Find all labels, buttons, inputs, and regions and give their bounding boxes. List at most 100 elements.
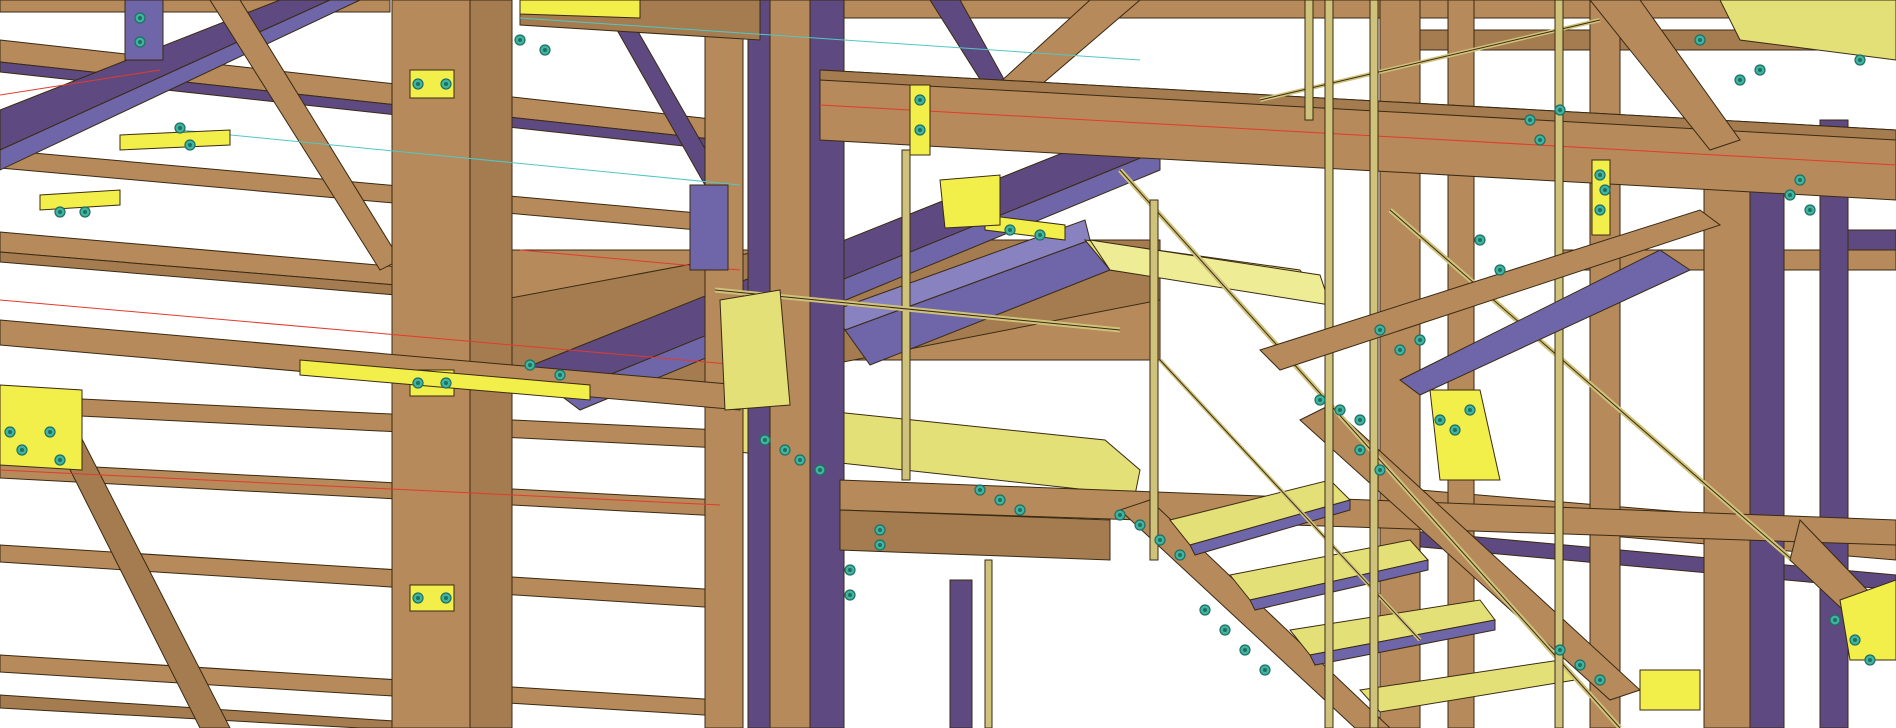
bolt-center xyxy=(8,430,12,434)
bolt-center xyxy=(1833,618,1837,622)
brace-left-diagonal xyxy=(209,0,401,271)
bolt-center xyxy=(1868,658,1872,662)
bolt-center xyxy=(918,98,922,102)
plate-cap-center xyxy=(719,289,791,411)
bolt-center xyxy=(188,143,192,147)
bolt-center xyxy=(1438,418,1442,422)
bolt-center xyxy=(178,126,182,130)
bolt-center xyxy=(1018,508,1022,512)
bolt-center xyxy=(1758,68,1762,72)
bolt-center xyxy=(1203,608,1207,612)
gusset-stair xyxy=(1429,389,1501,481)
bolt-center xyxy=(1243,648,1247,652)
bolt-center xyxy=(1223,628,1227,632)
column-thin-4 xyxy=(1589,0,1621,728)
bolt-center xyxy=(1558,108,1562,112)
bolt-center xyxy=(444,82,448,86)
bolt-center xyxy=(1038,233,1042,237)
bolt-center xyxy=(558,373,562,377)
bolt-center xyxy=(848,593,852,597)
stiffener-plate xyxy=(119,129,231,151)
bolt-center xyxy=(1598,678,1602,682)
column-thin-5 xyxy=(1819,119,1849,728)
bolt-center xyxy=(1263,668,1267,672)
bolt-center xyxy=(1798,178,1802,182)
plate-center-upper xyxy=(939,174,1001,229)
bolt-center xyxy=(1318,398,1322,402)
bolt-center xyxy=(1558,648,1562,652)
base-plate xyxy=(1639,669,1701,711)
handrail-post xyxy=(901,149,911,481)
bolt-center xyxy=(783,448,787,452)
bolt-center xyxy=(1378,468,1382,472)
bolt-center xyxy=(1138,523,1142,527)
bolt-center xyxy=(763,438,767,442)
beam-floor-left-3 xyxy=(0,544,721,609)
bolt-center xyxy=(1378,328,1382,332)
handrail-post xyxy=(1149,199,1159,561)
column-bottom-center xyxy=(949,579,973,728)
bolt-center xyxy=(798,458,802,462)
bolt-center xyxy=(1453,428,1457,432)
bolt-center xyxy=(48,430,52,434)
bolt-center xyxy=(1578,663,1582,667)
bolt-center xyxy=(1738,78,1742,82)
bolt-center xyxy=(528,363,532,367)
beam-floor-left-1 xyxy=(0,394,721,449)
handrail-post xyxy=(1369,0,1379,728)
bolt-center xyxy=(416,381,420,385)
bolt-center xyxy=(543,48,547,52)
bolt-center xyxy=(978,488,982,492)
bolt-center xyxy=(1598,208,1602,212)
bolt-center xyxy=(1178,553,1182,557)
bolt-center xyxy=(83,210,87,214)
column-right-front-web xyxy=(1703,169,1751,728)
bolt-center xyxy=(1118,513,1122,517)
bolt-center xyxy=(1858,58,1862,62)
bolt-center xyxy=(444,596,448,600)
bolt-center xyxy=(1698,38,1702,42)
bolt-center xyxy=(918,128,922,132)
bolt-center xyxy=(138,16,142,20)
bolt-center xyxy=(444,381,448,385)
bolt-center xyxy=(878,543,882,547)
bolt-center xyxy=(1538,138,1542,142)
steel-structure-render[interactable] xyxy=(0,0,1896,728)
bolt-center xyxy=(1398,348,1402,352)
bolt-center xyxy=(1853,638,1857,642)
handrail-post xyxy=(1324,0,1334,728)
bolt-center xyxy=(1788,193,1792,197)
bolt-center xyxy=(58,458,62,462)
bolt-center xyxy=(1008,228,1012,232)
bolt-center xyxy=(20,448,24,452)
bolt-center xyxy=(998,498,1002,502)
bolt-center xyxy=(818,468,822,472)
bolt-center xyxy=(138,40,142,44)
bolt-center xyxy=(416,82,420,86)
bolt-center xyxy=(1358,448,1362,452)
bolt-center xyxy=(416,596,420,600)
bolt-center xyxy=(1478,238,1482,242)
bolt-center xyxy=(1418,338,1422,342)
plate-top-right xyxy=(1719,0,1896,61)
model-viewport[interactable] xyxy=(0,0,1896,728)
bolt-center xyxy=(1468,408,1472,412)
bolt-center xyxy=(1338,408,1342,412)
handrail-post xyxy=(1304,0,1314,121)
bolt-center xyxy=(1808,208,1812,212)
bolt-center xyxy=(1158,538,1162,542)
bolt-center xyxy=(848,568,852,572)
bolt-center xyxy=(1528,118,1532,122)
plate-purple-mid xyxy=(689,184,729,271)
plate-purple-small xyxy=(124,0,164,61)
bolt-center xyxy=(1498,268,1502,272)
bolt-center xyxy=(58,210,62,214)
column-right-front-flange xyxy=(1749,159,1785,728)
bolt-center xyxy=(1358,418,1362,422)
bolt-center xyxy=(1603,188,1607,192)
stiffener-plate xyxy=(39,189,121,211)
bolt-center xyxy=(1598,173,1602,177)
bolt-center xyxy=(878,528,882,532)
handrail-post xyxy=(984,559,993,728)
bolt-center xyxy=(518,38,522,42)
